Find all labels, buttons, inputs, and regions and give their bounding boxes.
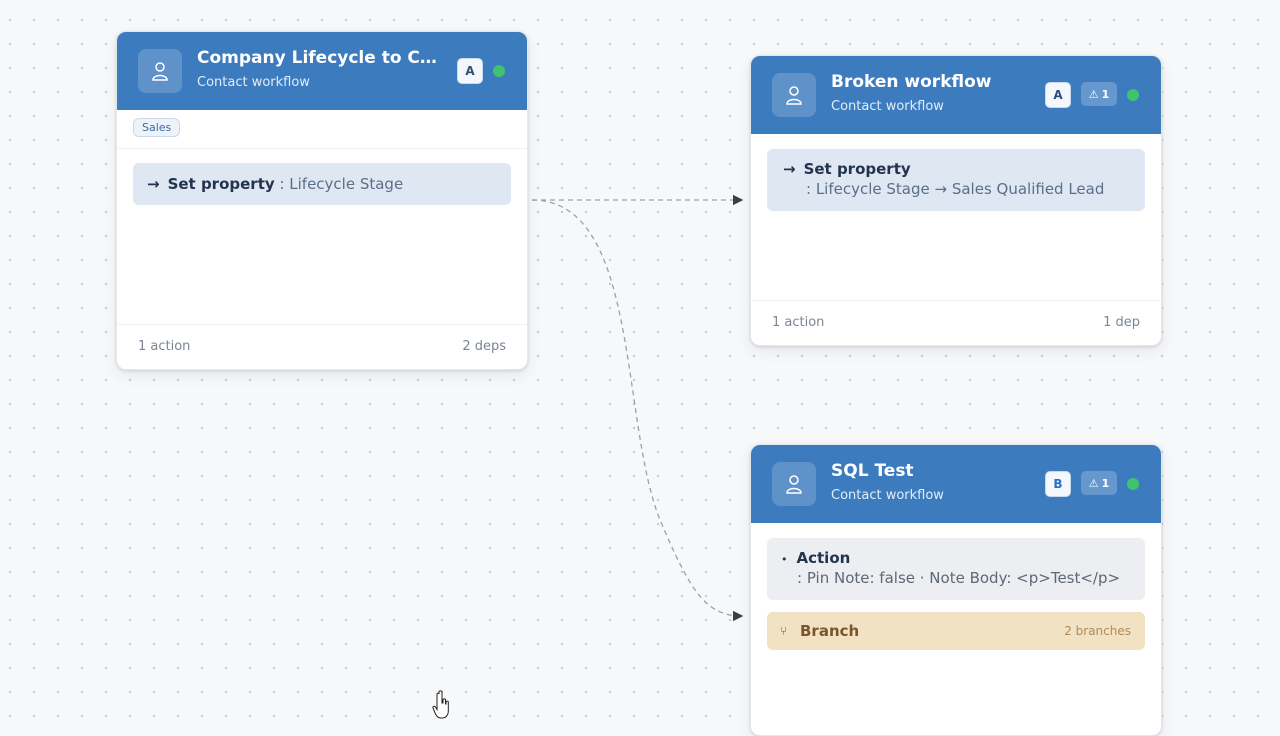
workflow-card-broken-workflow[interactable]: Broken workflow Contact workflow A ⚠ 1 → S… bbox=[750, 55, 1162, 346]
branch-name: Branch bbox=[800, 622, 860, 640]
group-badge: A bbox=[1045, 82, 1071, 108]
action-count: 1 action bbox=[138, 339, 191, 354]
card-footer: 1 action 2 deps bbox=[117, 324, 527, 369]
workflow-card-sql-test[interactable]: SQL Test Contact workflow B ⚠ 1 • Action :… bbox=[750, 444, 1162, 736]
bullet-icon: • bbox=[781, 553, 788, 566]
action-detail: : Pin Note: false · Note Body: <p>Test</… bbox=[797, 569, 1121, 587]
group-badge: B bbox=[1045, 471, 1071, 497]
hand-cursor-icon bbox=[432, 690, 449, 719]
status-dot bbox=[1127, 89, 1139, 101]
group-badge: A bbox=[457, 58, 483, 84]
card-header: SQL Test Contact workflow B ⚠ 1 bbox=[751, 445, 1161, 523]
card-subtitle: Contact workflow bbox=[831, 99, 944, 114]
tags-row: Sales bbox=[117, 110, 527, 149]
contact-icon bbox=[138, 49, 182, 93]
action-name: Action bbox=[796, 549, 851, 567]
action-count: 1 action bbox=[772, 315, 825, 330]
branch-count: 2 branches bbox=[1064, 624, 1131, 638]
action-detail: : Lifecycle Stage → Sales Qualified Lead bbox=[806, 180, 1105, 198]
action-set-property[interactable]: → Set property : Lifecycle Stage → Sales … bbox=[767, 149, 1145, 211]
card-header: Company Lifecycle to Con... Contact work… bbox=[117, 32, 527, 110]
connector-to-sql-test bbox=[531, 199, 744, 622]
dependency-count: 2 deps bbox=[462, 339, 506, 354]
card-subtitle: Contact workflow bbox=[831, 488, 944, 503]
warning-icon: ⚠ bbox=[1088, 476, 1099, 490]
warning-icon: ⚠ bbox=[1088, 87, 1099, 101]
card-subtitle: Contact workflow bbox=[197, 75, 310, 90]
warning-badge[interactable]: ⚠ 1 bbox=[1081, 471, 1117, 495]
tag-sales[interactable]: Sales bbox=[133, 118, 181, 137]
card-title: Broken workflow bbox=[831, 72, 992, 92]
card-title: SQL Test bbox=[831, 461, 914, 481]
contact-icon bbox=[772, 73, 816, 117]
status-dot bbox=[493, 65, 505, 77]
card-header: Broken workflow Contact workflow A ⚠ 1 bbox=[751, 56, 1161, 134]
dependency-count: 1 dep bbox=[1103, 315, 1140, 330]
arrow-right-icon: → bbox=[783, 160, 796, 178]
card-title: Company Lifecycle to Con... bbox=[197, 48, 442, 68]
warning-count: 1 bbox=[1101, 476, 1110, 490]
action-detail: : Lifecycle Stage bbox=[279, 175, 404, 193]
action-name: Set property bbox=[167, 175, 275, 193]
action-pin-note[interactable]: • Action : Pin Note: false · Note Body: <… bbox=[767, 538, 1145, 600]
warning-count: 1 bbox=[1101, 87, 1110, 101]
workflow-card-company-lifecycle[interactable]: Company Lifecycle to Con... Contact work… bbox=[116, 31, 528, 370]
branch-step[interactable]: ⑂ Branch 2 branches bbox=[767, 612, 1145, 650]
action-set-property[interactable]: → Set property : Lifecycle Stage bbox=[133, 163, 511, 205]
status-dot bbox=[1127, 478, 1139, 490]
branch-icon: ⑂ bbox=[780, 624, 788, 638]
contact-icon bbox=[772, 462, 816, 506]
action-name: Set property bbox=[803, 160, 911, 178]
arrow-right-icon: → bbox=[147, 175, 160, 193]
card-footer: 1 action 1 dep bbox=[751, 300, 1161, 345]
warning-badge[interactable]: ⚠ 1 bbox=[1081, 82, 1117, 106]
